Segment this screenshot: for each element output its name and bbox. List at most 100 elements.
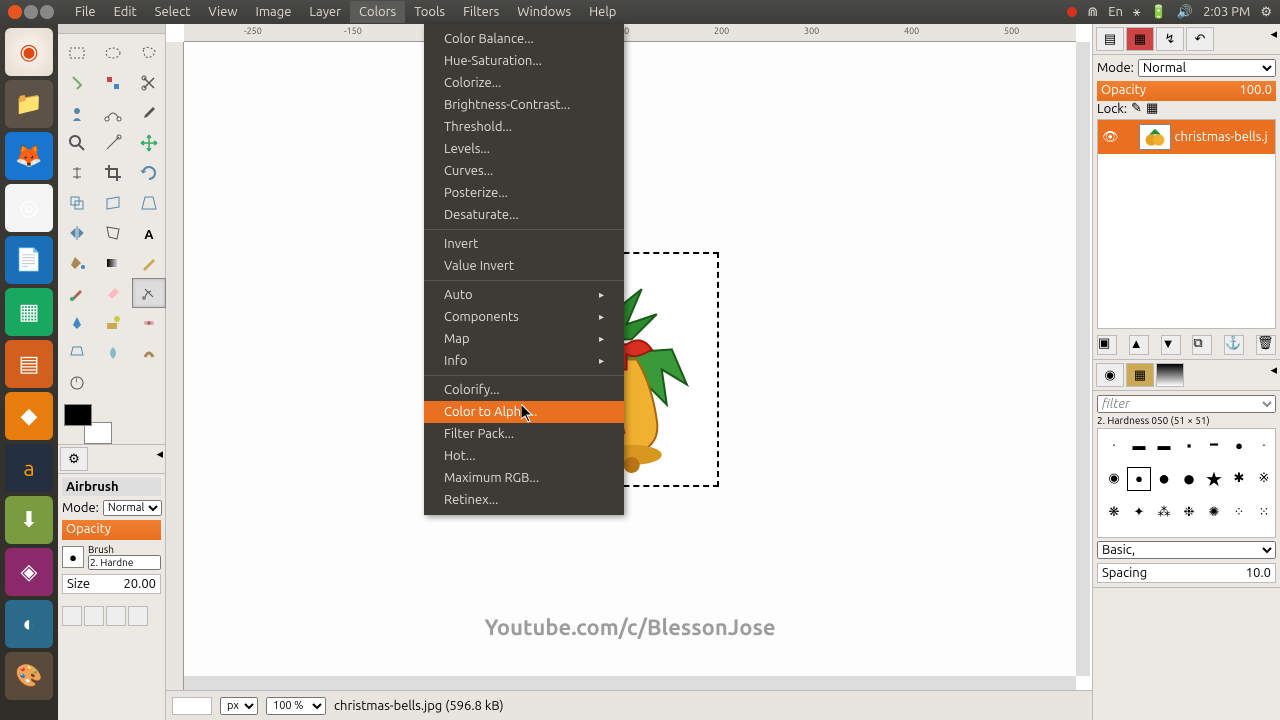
clock[interactable]: 2:03 PM — [1203, 5, 1250, 19]
tool-move[interactable] — [132, 128, 166, 158]
tool-align[interactable] — [60, 158, 94, 188]
brush-6[interactable]: ● — [1227, 433, 1251, 457]
spacing-field[interactable]: Spacing 10.0 — [1097, 563, 1276, 583]
launcher-writer[interactable]: 📄 — [5, 236, 53, 284]
brush-1[interactable]: · — [1102, 433, 1126, 457]
brush-preview[interactable]: ● — [62, 546, 84, 568]
brush-10[interactable]: ● — [1152, 467, 1176, 491]
tab-gradients[interactable] — [1156, 363, 1184, 387]
tool-cage[interactable] — [96, 218, 130, 248]
size-field[interactable]: Size 20.00 — [62, 574, 161, 594]
launcher-amazon[interactable]: a — [5, 444, 53, 492]
menu-colorize[interactable]: Colorize... — [424, 72, 624, 94]
tab-undo[interactable]: ↶ — [1186, 27, 1214, 51]
tool-pencil[interactable] — [132, 248, 166, 278]
ruler-vertical[interactable] — [166, 42, 184, 690]
window-minimize-button[interactable] — [24, 5, 38, 19]
launcher-calc[interactable]: ▦ — [5, 288, 53, 336]
lock-pixels-icon[interactable]: ✎ — [1131, 101, 1142, 116]
layers-mode-select[interactable]: Normal — [1138, 59, 1276, 77]
tool-perspective[interactable] — [132, 188, 166, 218]
menu-layer[interactable]: Layer — [300, 1, 350, 23]
menu-colors[interactable]: Colors — [350, 1, 405, 23]
toolopt-save[interactable] — [62, 606, 82, 626]
brush-8[interactable]: ◉ — [1102, 467, 1126, 491]
brush-13[interactable]: ✱ — [1227, 467, 1251, 491]
brush-16[interactable]: ✦ — [1127, 500, 1151, 524]
zoom-select[interactable]: 100 % — [266, 697, 326, 715]
menu-levels[interactable]: Levels... — [424, 138, 624, 160]
opacity-slider[interactable]: Opacity — [62, 520, 161, 540]
launcher-app2[interactable]: ◈ — [5, 548, 53, 596]
tool-dodge-burn[interactable] — [60, 368, 94, 398]
layers-opacity-slider[interactable]: Opacity 100.0 — [1097, 81, 1276, 101]
tool-foreground-select[interactable] — [60, 98, 94, 128]
brush-category[interactable]: Basic, — [1097, 541, 1276, 559]
layer-up[interactable]: ▲ — [1129, 335, 1149, 355]
layer-dup[interactable]: ⧉ — [1192, 335, 1212, 355]
menu-maximum-rgb[interactable]: Maximum RGB... — [424, 467, 624, 489]
lock-alpha-icon[interactable]: ▦ — [1146, 101, 1158, 116]
launcher-app3[interactable]: ◐ — [5, 600, 53, 648]
layer-list[interactable]: 👁 christmas-bells.j — [1097, 119, 1276, 329]
tool-color-picker[interactable] — [132, 98, 166, 128]
tab-paths[interactable]: ↯ — [1156, 27, 1184, 51]
brush-5[interactable]: ━ — [1202, 433, 1226, 457]
launcher-chrome[interactable]: ◎ — [5, 184, 53, 232]
launcher-dash[interactable]: ◉ — [5, 28, 53, 76]
menu-retinex[interactable]: Retinex... — [424, 489, 624, 511]
menu-filters[interactable]: Filters — [454, 1, 508, 23]
panel-config-icon[interactable]: ◂ — [1270, 27, 1277, 51]
brush-20[interactable]: ⁘ — [1227, 500, 1251, 524]
brush-3[interactable]: ▬ — [1152, 433, 1176, 457]
gear-icon[interactable]: ⚙ — [1260, 5, 1272, 20]
launcher-gimp[interactable]: 🎨 — [5, 652, 53, 700]
brush-15[interactable]: ❋ — [1102, 500, 1126, 524]
menu-select[interactable]: Select — [146, 1, 200, 23]
tool-paths[interactable] — [96, 98, 130, 128]
brush-21[interactable]: ⁙ — [1252, 500, 1276, 524]
brush-2[interactable]: ▬ — [1127, 433, 1151, 457]
window-maximize-button[interactable] — [40, 5, 54, 19]
color-swatches[interactable] — [64, 404, 112, 444]
tool-zoom[interactable] — [60, 128, 94, 158]
tool-crop[interactable] — [96, 158, 130, 188]
toolopt-reset[interactable] — [128, 606, 148, 626]
layer-down[interactable]: ▼ — [1161, 335, 1181, 355]
menu-tools[interactable]: Tools — [405, 1, 454, 23]
mode-select[interactable]: Normal — [103, 500, 162, 516]
brush-12[interactable]: ★ — [1202, 467, 1226, 491]
menu-hue-saturation[interactable]: Hue-Saturation... — [424, 50, 624, 72]
brush-name-input[interactable] — [88, 555, 161, 570]
tool-smudge[interactable] — [132, 338, 166, 368]
tool-rotate[interactable] — [132, 158, 166, 188]
menu-desaturate[interactable]: Desaturate... — [424, 204, 624, 226]
tool-ink[interactable] — [60, 308, 94, 338]
menu-hot[interactable]: Hot... — [424, 445, 624, 467]
brush-filter[interactable]: filter — [1097, 395, 1276, 413]
brush-grid[interactable]: · ▬ ▬ ▪ ━ ● · ◉ ● ● ● ★ ✱ ※ ❋ ✦ ⁂ ❉ ✺ ⁘ — [1097, 428, 1276, 538]
menu-colorify[interactable]: Colorify... — [424, 379, 624, 401]
canvas[interactable]: Youtube.com/c/BlessonJose — [184, 42, 1076, 690]
launcher-impress[interactable]: ▤ — [5, 340, 53, 388]
menu-auto[interactable]: Auto — [424, 284, 624, 306]
bluetooth-icon[interactable]: ⚹ — [1133, 5, 1141, 20]
tool-measure[interactable] — [96, 128, 130, 158]
tool-clone[interactable] — [96, 308, 130, 338]
brush-17[interactable]: ⁂ — [1152, 500, 1176, 524]
layer-new[interactable]: ▣ — [1097, 335, 1117, 355]
brush-19[interactable]: ✺ — [1202, 500, 1226, 524]
tool-airbrush[interactable] — [132, 278, 166, 308]
tool-scissors[interactable] — [132, 68, 166, 98]
tool-free-select[interactable] — [132, 38, 166, 68]
launcher-app1[interactable]: ⬇ — [5, 496, 53, 544]
tool-perspective-clone[interactable] — [60, 338, 94, 368]
tool-fuzzy-select[interactable] — [60, 68, 94, 98]
tab-channels[interactable]: ▦ — [1126, 27, 1154, 51]
tool-heal[interactable] — [132, 308, 166, 338]
tool-eraser[interactable] — [96, 278, 130, 308]
brush-7[interactable]: · — [1252, 433, 1276, 457]
window-close-button[interactable] — [8, 5, 22, 19]
fg-color[interactable] — [64, 404, 92, 426]
toolbox-config-icon[interactable]: ◂ — [156, 447, 163, 471]
